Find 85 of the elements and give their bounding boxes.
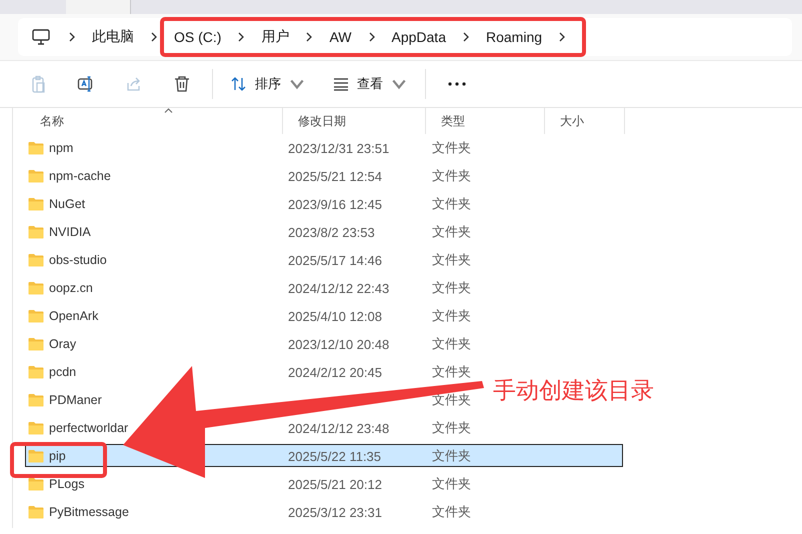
table-cell-text: 2024/2/12 20:45 [287,364,383,380]
folder-icon [28,225,44,239]
column-header[interactable]: 名称 [25,108,283,134]
trash-icon [173,75,191,93]
sort-arrows-icon [231,77,247,91]
folder-icon [28,309,44,323]
table-cell-text: 文件夹 [431,391,472,409]
folder-icon [28,281,44,295]
table-cell-text: 文件夹 [431,419,472,437]
file-name[interactable]: PyBitmessage [49,505,129,519]
file-name[interactable]: oopz.cn [49,281,93,295]
view-button[interactable]: 查看 [327,75,413,93]
chevron-icon [68,32,76,42]
table-cell-text: 文件夹 [431,139,472,157]
file-name[interactable]: npm [49,141,74,155]
lines-icon [333,77,349,91]
folder-icon [28,169,44,183]
chevron-icon [462,32,470,42]
breadcrumb-item[interactable]: AppData [382,29,456,45]
chevron-icon [237,32,246,42]
file-name[interactable]: NVIDIA [49,225,91,239]
chevron-icon [150,32,158,42]
file-name[interactable]: obs-studio [49,253,107,267]
folder-icon [28,505,44,519]
table-cell-text: 文件夹 [431,195,472,213]
rename-icon [77,75,95,93]
address-bar[interactable]: 此电脑 OS (C:) 用户 AW AppData Roaming [18,18,792,56]
breadcrumb-item[interactable]: AW [319,29,362,45]
computer-icon [32,29,50,45]
annotation-text: 手动创建该目录 [493,376,654,405]
chevron-icon [368,32,376,42]
file-name[interactable]: Oray [49,337,76,351]
more-icon [448,82,466,86]
caret-icon [391,77,407,91]
folder-icon [28,393,44,407]
table-cell-text: 2025/5/21 12:54 [287,168,383,184]
table-cell-text: 文件夹 [431,167,472,185]
table-cell-text: 2023/9/16 12:45 [287,196,383,212]
table-cell-text: 文件夹 [431,307,472,325]
folder-icon [28,449,44,463]
caret-icon [289,77,305,91]
folder-icon [28,141,44,155]
file-name[interactable]: OpenArk [49,309,98,323]
table-cell-text: 文件夹 [431,335,472,353]
column-header[interactable]: 修改日期 [283,108,426,134]
table-cell-text: 文件夹 [431,363,472,381]
table-cell-text: 2024/12/12 23:48 [287,420,390,436]
table-cell-text: 文件夹 [431,475,472,493]
table-cell-text: 文件夹 [431,279,472,297]
breadcrumb-item[interactable]: 此电脑 [82,28,144,46]
table-cell-text: 2025/5/21 20:12 [287,476,383,492]
breadcrumb-item[interactable]: OS (C:) [164,29,232,45]
folder-icon [28,337,44,351]
breadcrumb-item[interactable]: Roaming [476,29,552,45]
table-cell-text: 2025/3/12 23:31 [287,504,383,520]
chevron-icon [305,32,314,42]
table-cell-text: 2025/5/22 11:35 [287,448,382,464]
folder-icon [28,477,44,491]
table-cell-text: 文件夹 [431,223,472,241]
sort-caret-icon [164,108,173,113]
breadcrumb-item[interactable]: 用户 [251,28,300,46]
table-cell-text: 2023/12/31 23:51 [287,140,390,156]
file-name[interactable]: NuGet [49,197,86,211]
table-cell-text: 2024/12/12 22:43 [287,280,390,296]
column-header[interactable]: 大小 [545,108,625,134]
file-name[interactable]: pip [49,449,66,463]
file-name[interactable]: PDManer [49,393,102,407]
table-cell-text: 2025/4/10 12:08 [287,308,383,324]
table-cell-text: 2023/8/2 23:53 [287,224,376,240]
table-cell-text: 2025/5/17 14:46 [287,252,383,268]
sort-button[interactable]: 排序 [225,75,311,93]
folder-icon [28,365,44,379]
folder-icon [28,197,44,211]
table-cell-text: 文件夹 [431,251,472,269]
folder-icon [28,421,44,435]
table-cell-text: 2023/12/10 20:48 [287,336,390,352]
file-name[interactable]: npm-cache [49,169,111,183]
chevron-icon [558,32,566,42]
file-name[interactable]: perfectworldar [49,421,128,435]
file-name[interactable]: pcdn [49,365,76,379]
table-cell-text: 文件夹 [431,503,472,521]
table-cell-text: 文件夹 [431,447,472,465]
column-header[interactable]: 类型 [426,108,545,134]
folder-icon [28,253,44,267]
file-name[interactable]: PLogs [49,477,84,491]
